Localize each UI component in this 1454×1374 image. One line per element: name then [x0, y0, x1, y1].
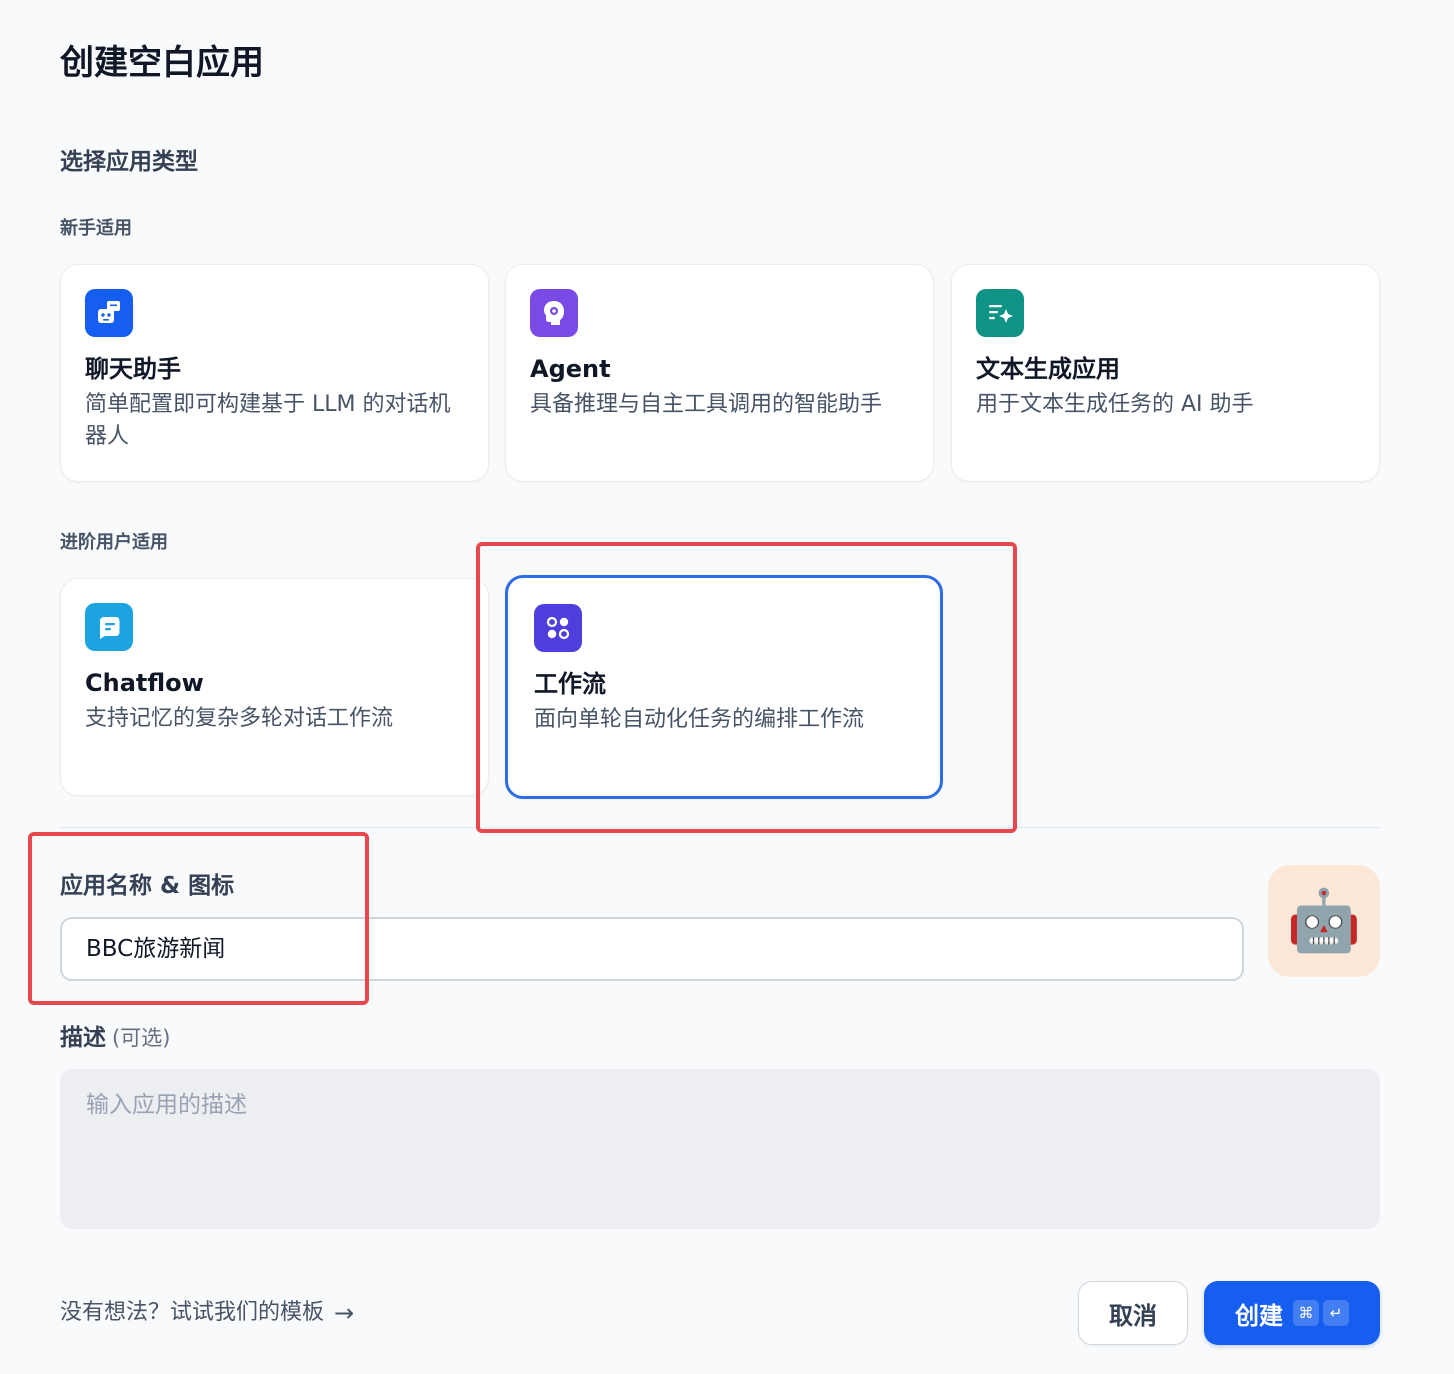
- cancel-button[interactable]: 取消: [1078, 1281, 1188, 1345]
- robot-icon: 🤖: [1286, 886, 1362, 956]
- app-type-card-chat[interactable]: 聊天助手 简单配置即可构建基于 LLM 的对话机器人: [60, 264, 489, 482]
- workflow-icon: [534, 604, 582, 652]
- app-icon-picker[interactable]: 🤖: [1268, 865, 1380, 977]
- optional-hint: (可选): [112, 1026, 171, 1050]
- arrow-right-icon: →: [334, 1299, 355, 1327]
- description-textarea[interactable]: 输入应用的描述: [60, 1069, 1380, 1229]
- app-type-card-chatflow[interactable]: Chatflow 支持记忆的复杂多轮对话工作流: [60, 578, 489, 796]
- command-key-icon: ⌘: [1293, 1300, 1319, 1326]
- page-title: 创建空白应用: [60, 43, 264, 83]
- section-title: 选择应用类型: [60, 149, 198, 175]
- try-templates-text: 没有想法？试试我们的模板: [60, 1300, 325, 1325]
- chat-bot-icon: [85, 289, 133, 337]
- app-type-desc: 支持记忆的复杂多轮对话工作流: [85, 706, 394, 731]
- group-label-advanced: 进阶用户适用: [60, 532, 168, 553]
- agent-brain-icon: [530, 289, 578, 337]
- section-divider: [60, 827, 1380, 828]
- create-button-label: 创建: [1235, 1301, 1283, 1330]
- chatflow-icon: [85, 603, 133, 651]
- description-label-text: 描述: [60, 1025, 106, 1051]
- app-name-input[interactable]: BBC旅游新闻: [60, 917, 1244, 981]
- group-label-beginner: 新手适用: [60, 218, 132, 239]
- app-type-card-text-generation[interactable]: 文本生成应用 用于文本生成任务的 AI 助手: [951, 264, 1380, 482]
- app-type-card-agent[interactable]: Agent 具备推理与自主工具调用的智能助手: [505, 264, 934, 482]
- app-type-title: 聊天助手: [85, 355, 181, 383]
- create-button[interactable]: 创建 ⌘ ↵: [1204, 1281, 1380, 1345]
- app-type-desc: 简单配置即可构建基于 LLM 的对话机器人: [85, 392, 451, 449]
- app-type-card-workflow[interactable]: 工作流 面向单轮自动化任务的编排工作流: [505, 575, 943, 799]
- enter-key-icon: ↵: [1323, 1300, 1349, 1326]
- try-templates-link[interactable]: 没有想法？试试我们的模板 →: [60, 1296, 354, 1330]
- app-type-title: 文本生成应用: [976, 355, 1120, 383]
- cancel-button-label: 取消: [1109, 1301, 1157, 1330]
- app-type-desc: 具备推理与自主工具调用的智能助手: [530, 392, 883, 417]
- app-type-title: 工作流: [534, 670, 606, 698]
- app-name-label: 应用名称 & 图标: [60, 873, 235, 899]
- app-type-title: Agent: [530, 355, 611, 383]
- app-type-title: Chatflow: [85, 669, 204, 697]
- description-label: 描述 (可选): [60, 1022, 170, 1054]
- text-generation-icon: [976, 289, 1024, 337]
- app-type-desc: 面向单轮自动化任务的编排工作流: [534, 707, 865, 732]
- app-type-desc: 用于文本生成任务的 AI 助手: [976, 392, 1254, 417]
